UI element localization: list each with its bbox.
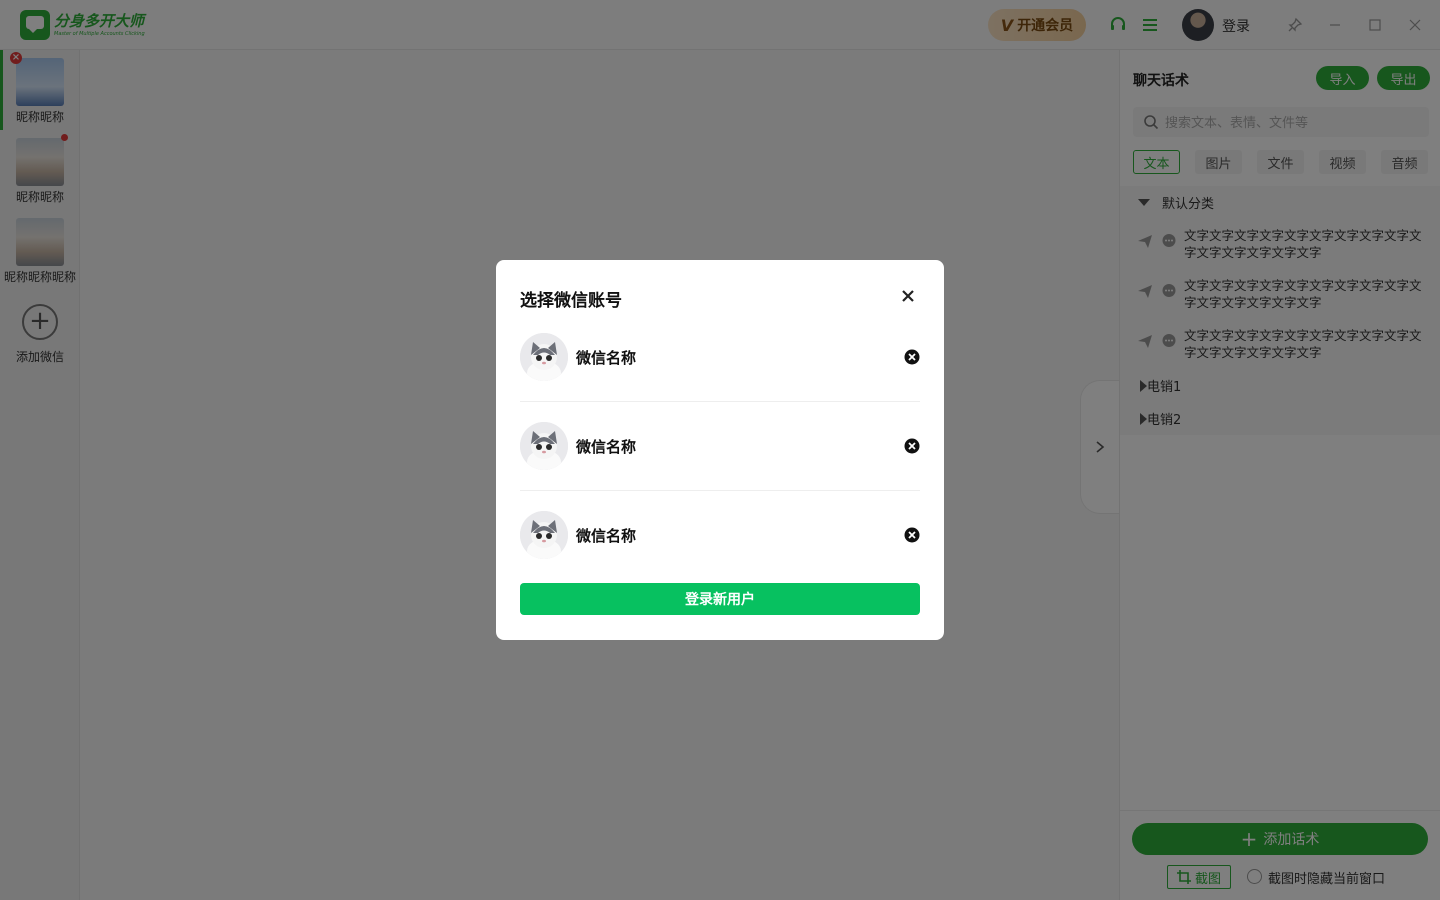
wechat-account-row[interactable]: 微信名称 <box>520 422 920 511</box>
dialog-close-icon[interactable] <box>898 286 918 306</box>
account-name: 微信名称 <box>576 349 637 367</box>
remove-account-icon[interactable] <box>904 438 920 454</box>
dialog-title: 选择微信账号 <box>520 291 622 311</box>
row-divider <box>520 401 920 402</box>
wechat-account-row[interactable]: 微信名称 <box>520 333 920 422</box>
cat-avatar <box>520 422 568 470</box>
login-new-user-button[interactable]: 登录新用户 <box>520 583 920 615</box>
cat-avatar <box>520 511 568 559</box>
select-account-dialog: 选择微信账号 微信名称 微信名称 微信名称 登录新用户 <box>496 260 944 640</box>
account-name: 微信名称 <box>576 438 637 456</box>
row-divider <box>520 490 920 491</box>
remove-account-icon[interactable] <box>904 527 920 543</box>
remove-account-icon[interactable] <box>904 349 920 365</box>
account-name: 微信名称 <box>576 527 637 545</box>
cat-avatar <box>520 333 568 381</box>
